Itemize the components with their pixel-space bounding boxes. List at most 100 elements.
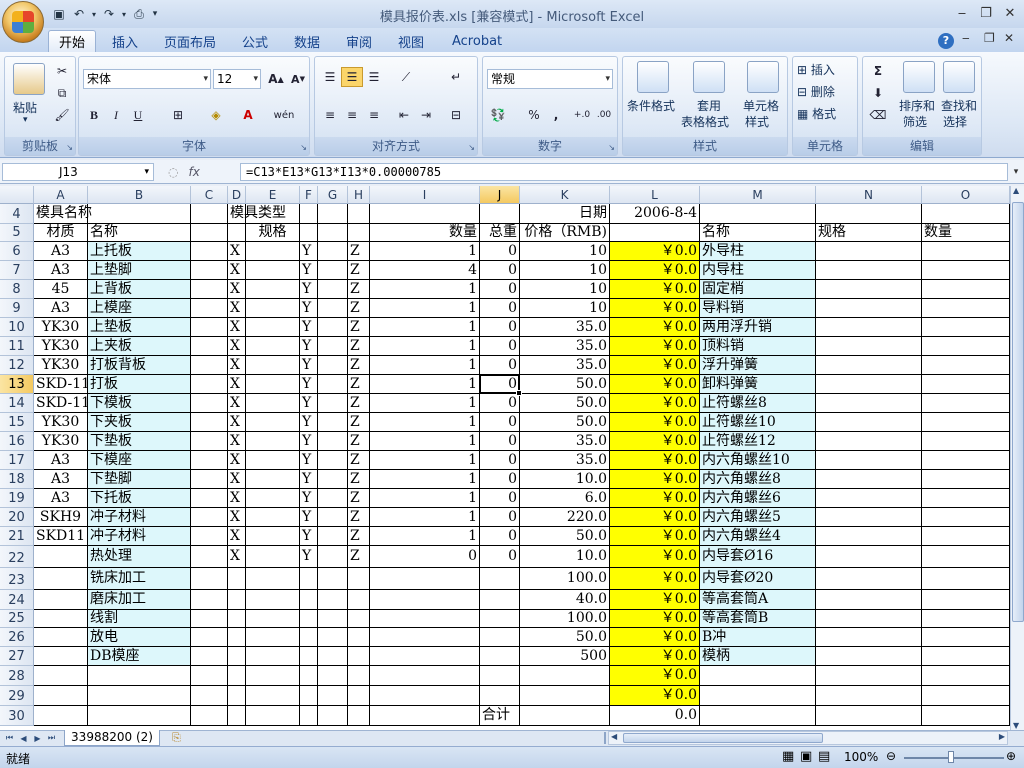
- cell-J20[interactable]: 0: [480, 508, 520, 527]
- percent-button[interactable]: %: [523, 105, 545, 125]
- cell-G4[interactable]: [318, 204, 348, 224]
- cell-N15[interactable]: [816, 413, 922, 432]
- cell-H19[interactable]: Z: [348, 489, 370, 508]
- cell-E21[interactable]: [246, 527, 300, 546]
- cell-H16[interactable]: Z: [348, 432, 370, 451]
- cell-N17[interactable]: [816, 451, 922, 470]
- tab-4[interactable]: 公式: [232, 30, 278, 52]
- cell-A12[interactable]: YK30: [34, 356, 88, 375]
- zoom-out-icon[interactable]: ⊖: [886, 749, 896, 763]
- cell-N12[interactable]: [816, 356, 922, 375]
- cell-K10[interactable]: 35.0: [520, 318, 610, 337]
- cell-G19[interactable]: [318, 489, 348, 508]
- cell-M15[interactable]: 止符螺丝10: [700, 413, 816, 432]
- cell-C17[interactable]: [191, 451, 228, 470]
- currency-icon[interactable]: 💱: [487, 105, 509, 125]
- row-header-7[interactable]: 7: [0, 261, 34, 280]
- cell-K29[interactable]: [520, 686, 610, 706]
- cell-C11[interactable]: [191, 337, 228, 356]
- cell-B24[interactable]: 磨床加工: [88, 590, 191, 610]
- office-button[interactable]: [2, 1, 44, 43]
- cell-E5[interactable]: 规格: [246, 224, 300, 242]
- row-header-10[interactable]: 10: [0, 318, 34, 337]
- scroll-up-icon[interactable]: ▲: [1013, 186, 1019, 195]
- format-cells-button[interactable]: ▦ 格式: [797, 105, 836, 122]
- comma-button[interactable]: ,: [545, 105, 567, 125]
- cell-N18[interactable]: [816, 470, 922, 489]
- cell-C29[interactable]: [191, 686, 228, 706]
- cell-D12[interactable]: X: [228, 356, 246, 375]
- cell-N30[interactable]: [816, 706, 922, 726]
- cell-F22[interactable]: Y: [300, 546, 318, 568]
- row-header-15[interactable]: 15: [0, 413, 34, 432]
- row-header-19[interactable]: 19: [0, 489, 34, 508]
- cell-I29[interactable]: [370, 686, 480, 706]
- cell-E19[interactable]: [246, 489, 300, 508]
- cell-F21[interactable]: Y: [300, 527, 318, 546]
- cell-H7[interactable]: Z: [348, 261, 370, 280]
- clear-icon[interactable]: ⌫: [867, 105, 889, 125]
- cell-E28[interactable]: [246, 666, 300, 686]
- cell-B15[interactable]: 下夹板: [88, 413, 191, 432]
- cell-F19[interactable]: Y: [300, 489, 318, 508]
- worksheet-grid[interactable]: A B C D E F G H I J K L M N O 4 模具名称 模具类型 日期 2006-8-4 5 材质 名称规…: [0, 186, 1010, 730]
- cell-J24[interactable]: [480, 590, 520, 610]
- cell-K16[interactable]: 35.0: [520, 432, 610, 451]
- cell-K28[interactable]: [520, 666, 610, 686]
- cell-O15[interactable]: [922, 413, 1010, 432]
- tab-6[interactable]: 审阅: [336, 30, 382, 52]
- cell-J17[interactable]: 0: [480, 451, 520, 470]
- cell-O25[interactable]: [922, 610, 1010, 628]
- cell-O7[interactable]: [922, 261, 1010, 280]
- cell-I4[interactable]: [370, 204, 480, 224]
- align-center-icon[interactable]: ≡: [341, 105, 363, 125]
- cell-B10[interactable]: 上垫板: [88, 318, 191, 337]
- cell-K6[interactable]: 10: [520, 242, 610, 261]
- cell-M4[interactable]: [700, 204, 816, 224]
- cell-N26[interactable]: [816, 628, 922, 647]
- next-sheet-icon[interactable]: ▶: [32, 732, 43, 744]
- cell-K8[interactable]: 10: [520, 280, 610, 299]
- cell-N27[interactable]: [816, 647, 922, 666]
- border-icon[interactable]: ⊞: [167, 105, 189, 125]
- cell-G30[interactable]: [318, 706, 348, 726]
- cell-B6[interactable]: 上托板: [88, 242, 191, 261]
- cell-G10[interactable]: [318, 318, 348, 337]
- insert-sheet-icon[interactable]: ⎘: [172, 731, 190, 745]
- cell-B7[interactable]: 上垫脚: [88, 261, 191, 280]
- cell-D7[interactable]: X: [228, 261, 246, 280]
- cell-B12[interactable]: 打板背板: [88, 356, 191, 375]
- cell-M25[interactable]: 等高套筒B: [700, 610, 816, 628]
- column-header-E[interactable]: E: [246, 186, 300, 204]
- fill-color-icon[interactable]: ◈: [205, 105, 227, 125]
- zoom-in-icon[interactable]: ⊕: [1006, 749, 1016, 763]
- tab-8[interactable]: Acrobat: [442, 30, 512, 52]
- cell-J21[interactable]: 0: [480, 527, 520, 546]
- cell-G9[interactable]: [318, 299, 348, 318]
- cell-E23[interactable]: [246, 568, 300, 590]
- cell-N24[interactable]: [816, 590, 922, 610]
- alignment-launcher-icon[interactable]: ↘: [468, 143, 475, 152]
- cell-A16[interactable]: YK30: [34, 432, 88, 451]
- cell-J22[interactable]: 0: [480, 546, 520, 568]
- cell-J9[interactable]: 0: [480, 299, 520, 318]
- cell-I14[interactable]: 1: [370, 394, 480, 413]
- cell-A25[interactable]: [34, 610, 88, 628]
- cell-D23[interactable]: [228, 568, 246, 590]
- cell-M19[interactable]: 内六角螺丝6: [700, 489, 816, 508]
- cell-O4[interactable]: [922, 204, 1010, 224]
- cell-F26[interactable]: [300, 628, 318, 647]
- cell-C26[interactable]: [191, 628, 228, 647]
- copy-icon[interactable]: ⧉: [51, 83, 73, 103]
- cell-G16[interactable]: [318, 432, 348, 451]
- cell-G17[interactable]: [318, 451, 348, 470]
- cell-O21[interactable]: [922, 527, 1010, 546]
- cell-D25[interactable]: [228, 610, 246, 628]
- row-header-17[interactable]: 17: [0, 451, 34, 470]
- cell-F9[interactable]: Y: [300, 299, 318, 318]
- cell-M24[interactable]: 等高套筒A: [700, 590, 816, 610]
- tab-1[interactable]: 开始: [48, 30, 97, 52]
- cell-K23[interactable]: 100.0: [520, 568, 610, 590]
- cell-I7[interactable]: 4: [370, 261, 480, 280]
- cell-F29[interactable]: [300, 686, 318, 706]
